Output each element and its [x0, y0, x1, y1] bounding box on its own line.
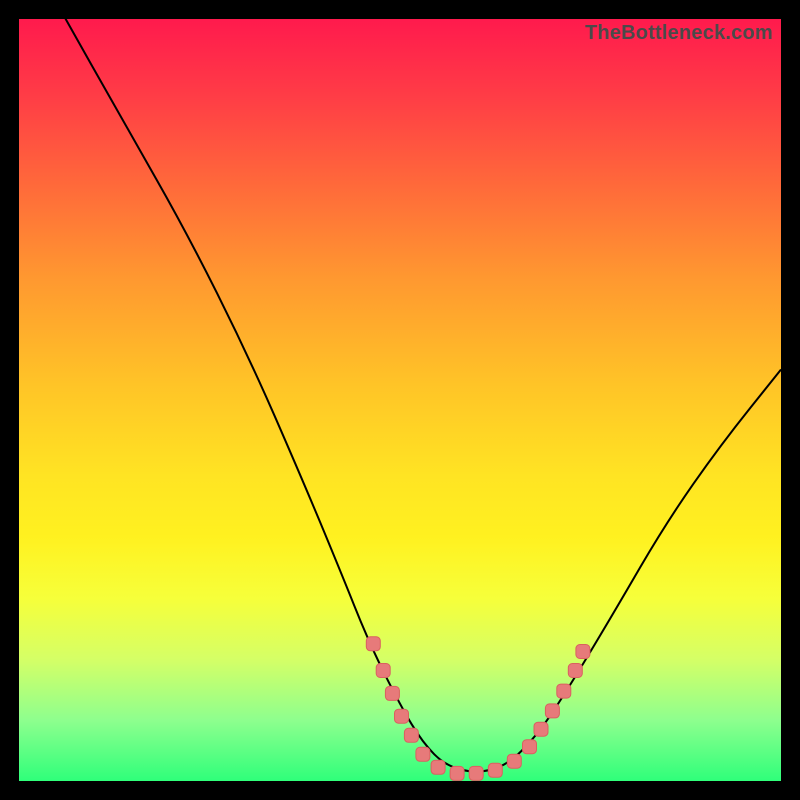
- data-dot: [576, 645, 590, 659]
- data-dot: [395, 709, 409, 723]
- data-dot: [507, 754, 521, 768]
- bottleneck-curve: [57, 19, 781, 772]
- data-dot: [469, 766, 483, 780]
- data-dot: [545, 704, 559, 718]
- data-dot: [568, 664, 582, 678]
- data-dot: [534, 722, 548, 736]
- watermark-text: TheBottleneck.com: [585, 22, 773, 45]
- chart-svg: [19, 19, 781, 781]
- data-dot: [376, 664, 390, 678]
- data-dot: [488, 763, 502, 777]
- data-dot: [404, 728, 418, 742]
- data-dot: [416, 747, 430, 761]
- data-dot: [385, 686, 399, 700]
- chart-frame: TheBottleneck.com: [19, 19, 781, 781]
- data-dot: [523, 740, 537, 754]
- data-dot: [450, 766, 464, 780]
- data-dot: [431, 760, 445, 774]
- data-dots-group: [366, 637, 590, 781]
- data-dot: [366, 637, 380, 651]
- data-dot: [557, 684, 571, 698]
